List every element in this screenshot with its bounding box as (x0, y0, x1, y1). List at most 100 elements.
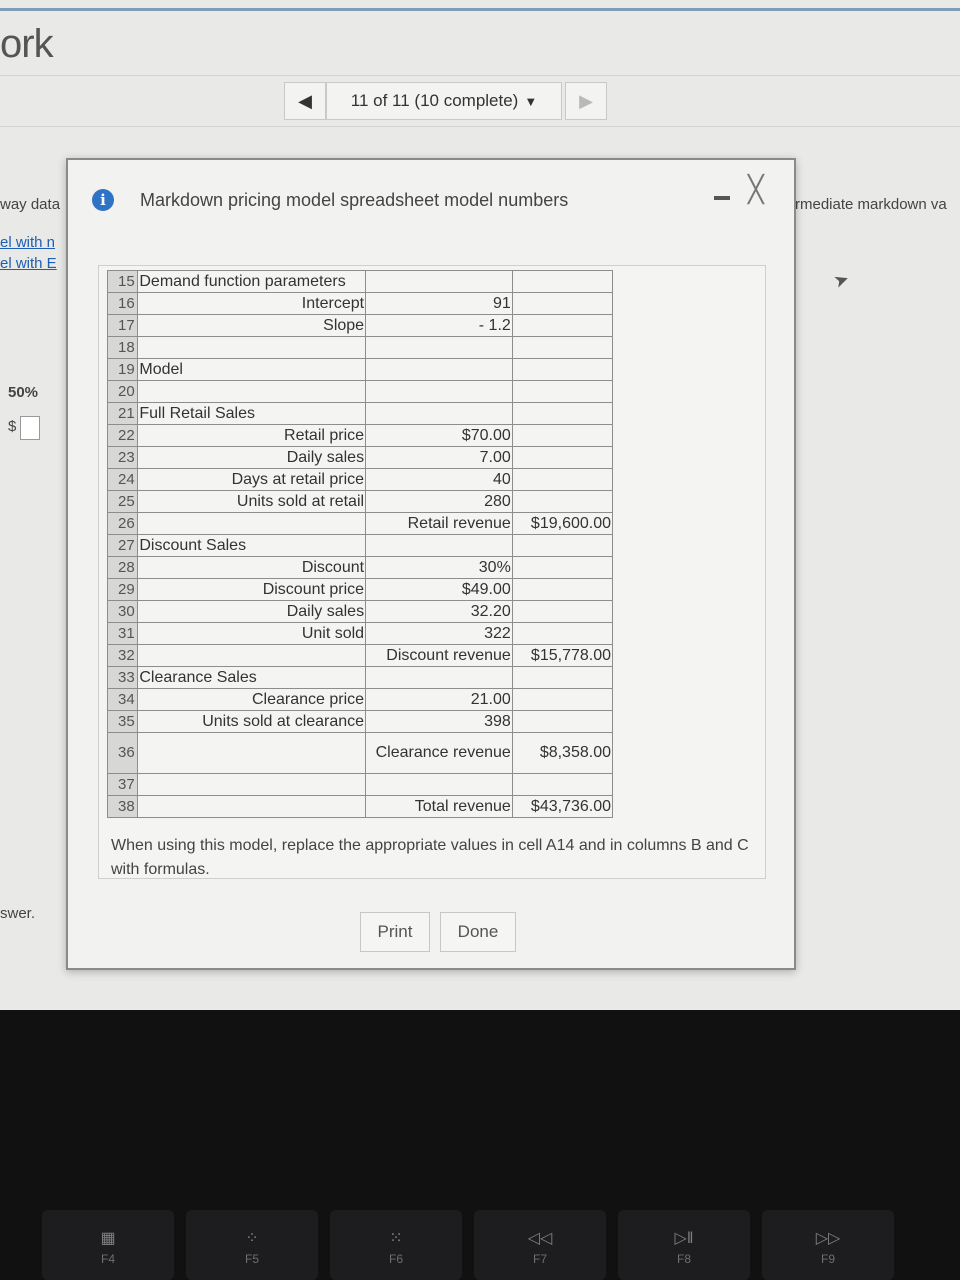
answer-input[interactable] (20, 416, 40, 440)
done-button[interactable]: Done (440, 912, 516, 952)
cell-c (511, 710, 614, 733)
cell-c: $15,778.00 (511, 644, 614, 667)
table-row: 26 Retail revenue $19,600.00 (106, 512, 614, 535)
header-divider (0, 75, 960, 76)
fast-forward-icon: ▷▷ (815, 1230, 841, 1247)
row-number: 19 (106, 358, 139, 381)
function-key[interactable]: ◁◁ F7 (474, 1210, 606, 1280)
print-button[interactable]: Print (360, 912, 430, 952)
cell-b: 280 (365, 490, 513, 513)
cell-a: Daily sales (137, 600, 367, 623)
nav-divider (0, 126, 960, 127)
cell-b (365, 336, 513, 359)
table-row: 16 Intercept 91 (106, 292, 614, 315)
row-number: 17 (106, 314, 139, 337)
row-number: 21 (106, 402, 139, 425)
cell-c (511, 556, 614, 579)
row-number: 36 (106, 732, 139, 774)
cell-c (511, 688, 614, 711)
cell-b (365, 534, 513, 557)
cell-a (137, 795, 367, 818)
cell-a: Units sold at clearance (137, 710, 367, 733)
table-row: 27 Discount Sales (106, 534, 614, 557)
cell-b: - 1.2 (365, 314, 513, 337)
table-row: 32 Discount revenue $15,778.00 (106, 644, 614, 667)
cell-a: Clearance price (137, 688, 367, 711)
chevron-down-icon: ▼ (524, 93, 538, 109)
table-row: 18 (106, 336, 614, 359)
background-link-2[interactable]: el with E (0, 255, 57, 272)
cell-a: Days at retail price (137, 468, 367, 491)
table-row: 17 Slope - 1.2 (106, 314, 614, 337)
cell-b: 91 (365, 292, 513, 315)
cell-b: $70.00 (365, 424, 513, 447)
table-row: 34 Clearance price 21.00 (106, 688, 614, 711)
function-key[interactable]: ⁙ F6 (330, 1210, 462, 1280)
function-key[interactable]: ▷▷ F9 (762, 1210, 894, 1280)
row-number: 20 (106, 380, 139, 403)
cell-c (511, 578, 614, 601)
cell-b: 40 (365, 468, 513, 491)
table-row: 35 Units sold at clearance 398 (106, 710, 614, 733)
table-row: 36 Clearance revenue $8,358.00 (106, 732, 614, 774)
cell-c (511, 446, 614, 469)
cell-a: Slope (137, 314, 367, 337)
cell-a: Discount Sales (137, 534, 367, 557)
cell-a: Intercept (137, 292, 367, 315)
spreadsheet-modal: i Markdown pricing model spreadsheet mod… (66, 158, 796, 970)
table-row: 38 Total revenue $43,736.00 (106, 795, 614, 818)
question-selector[interactable]: 11 of 11 (10 complete) ▼ (326, 82, 562, 120)
cell-c (511, 336, 614, 359)
cell-c: $19,600.00 (511, 512, 614, 535)
cell-a (137, 336, 367, 359)
cell-b (365, 773, 513, 796)
background-text-right: rmediate markdown va (795, 196, 947, 213)
cell-a: Units sold at retail (137, 490, 367, 513)
cell-b: 7.00 (365, 446, 513, 469)
row-number: 37 (106, 773, 139, 796)
cell-b: Total revenue (365, 795, 513, 818)
cell-a (137, 732, 367, 774)
cell-b (365, 402, 513, 425)
background-dollar-sign: $ (8, 418, 17, 435)
cell-c (511, 270, 614, 293)
instruction-note: When using this model, replace the appro… (111, 837, 749, 878)
row-number: 30 (106, 600, 139, 623)
cell-c (511, 666, 614, 689)
next-question-button[interactable]: ▶ (565, 82, 607, 120)
function-key[interactable]: ▦ F4 (42, 1210, 174, 1280)
function-key[interactable]: ⁘ F5 (186, 1210, 318, 1280)
table-row: 21 Full Retail Sales (106, 402, 614, 425)
play-pause-icon: ▷‖ (674, 1230, 694, 1247)
rewind-icon: ◁◁ (527, 1230, 553, 1247)
function-key[interactable]: ▷‖ F8 (618, 1210, 750, 1280)
close-icon[interactable]: ╳ (748, 176, 764, 202)
minimize-icon[interactable] (714, 196, 730, 200)
row-number: 18 (106, 336, 139, 359)
cell-a: Unit sold (137, 622, 367, 645)
cell-c (511, 468, 614, 491)
row-number: 23 (106, 446, 139, 469)
row-number: 35 (106, 710, 139, 733)
table-row: 31 Unit sold 322 (106, 622, 614, 645)
background-text-data: way data (0, 196, 61, 213)
table-row: 15 Demand function parameters (106, 270, 614, 293)
keyboard-brightness-down-icon: ⁘ (245, 1230, 259, 1247)
cell-c (511, 600, 614, 623)
row-number: 27 (106, 534, 139, 557)
background-link-1[interactable]: el with n (0, 234, 55, 251)
row-number: 31 (106, 622, 139, 645)
table-row: 29 Discount price $49.00 (106, 578, 614, 601)
cell-a (137, 380, 367, 403)
row-number: 38 (106, 795, 139, 818)
background-percent: 50% (8, 384, 39, 401)
previous-question-button[interactable]: ◀ (284, 82, 326, 120)
cell-b: 322 (365, 622, 513, 645)
keyboard-function-row: ▦ F4 ⁘ F5 ⁙ F6 ◁◁ F7 ▷‖ F8 ▷▷ F9 (0, 1200, 960, 1280)
cell-a: Daily sales (137, 446, 367, 469)
modal-title: Markdown pricing model spreadsheet model… (140, 190, 569, 210)
cell-b: Clearance revenue (365, 732, 513, 774)
cell-c (511, 292, 614, 315)
table-row: 25 Units sold at retail 280 (106, 490, 614, 513)
cell-a: Demand function parameters (137, 270, 367, 293)
